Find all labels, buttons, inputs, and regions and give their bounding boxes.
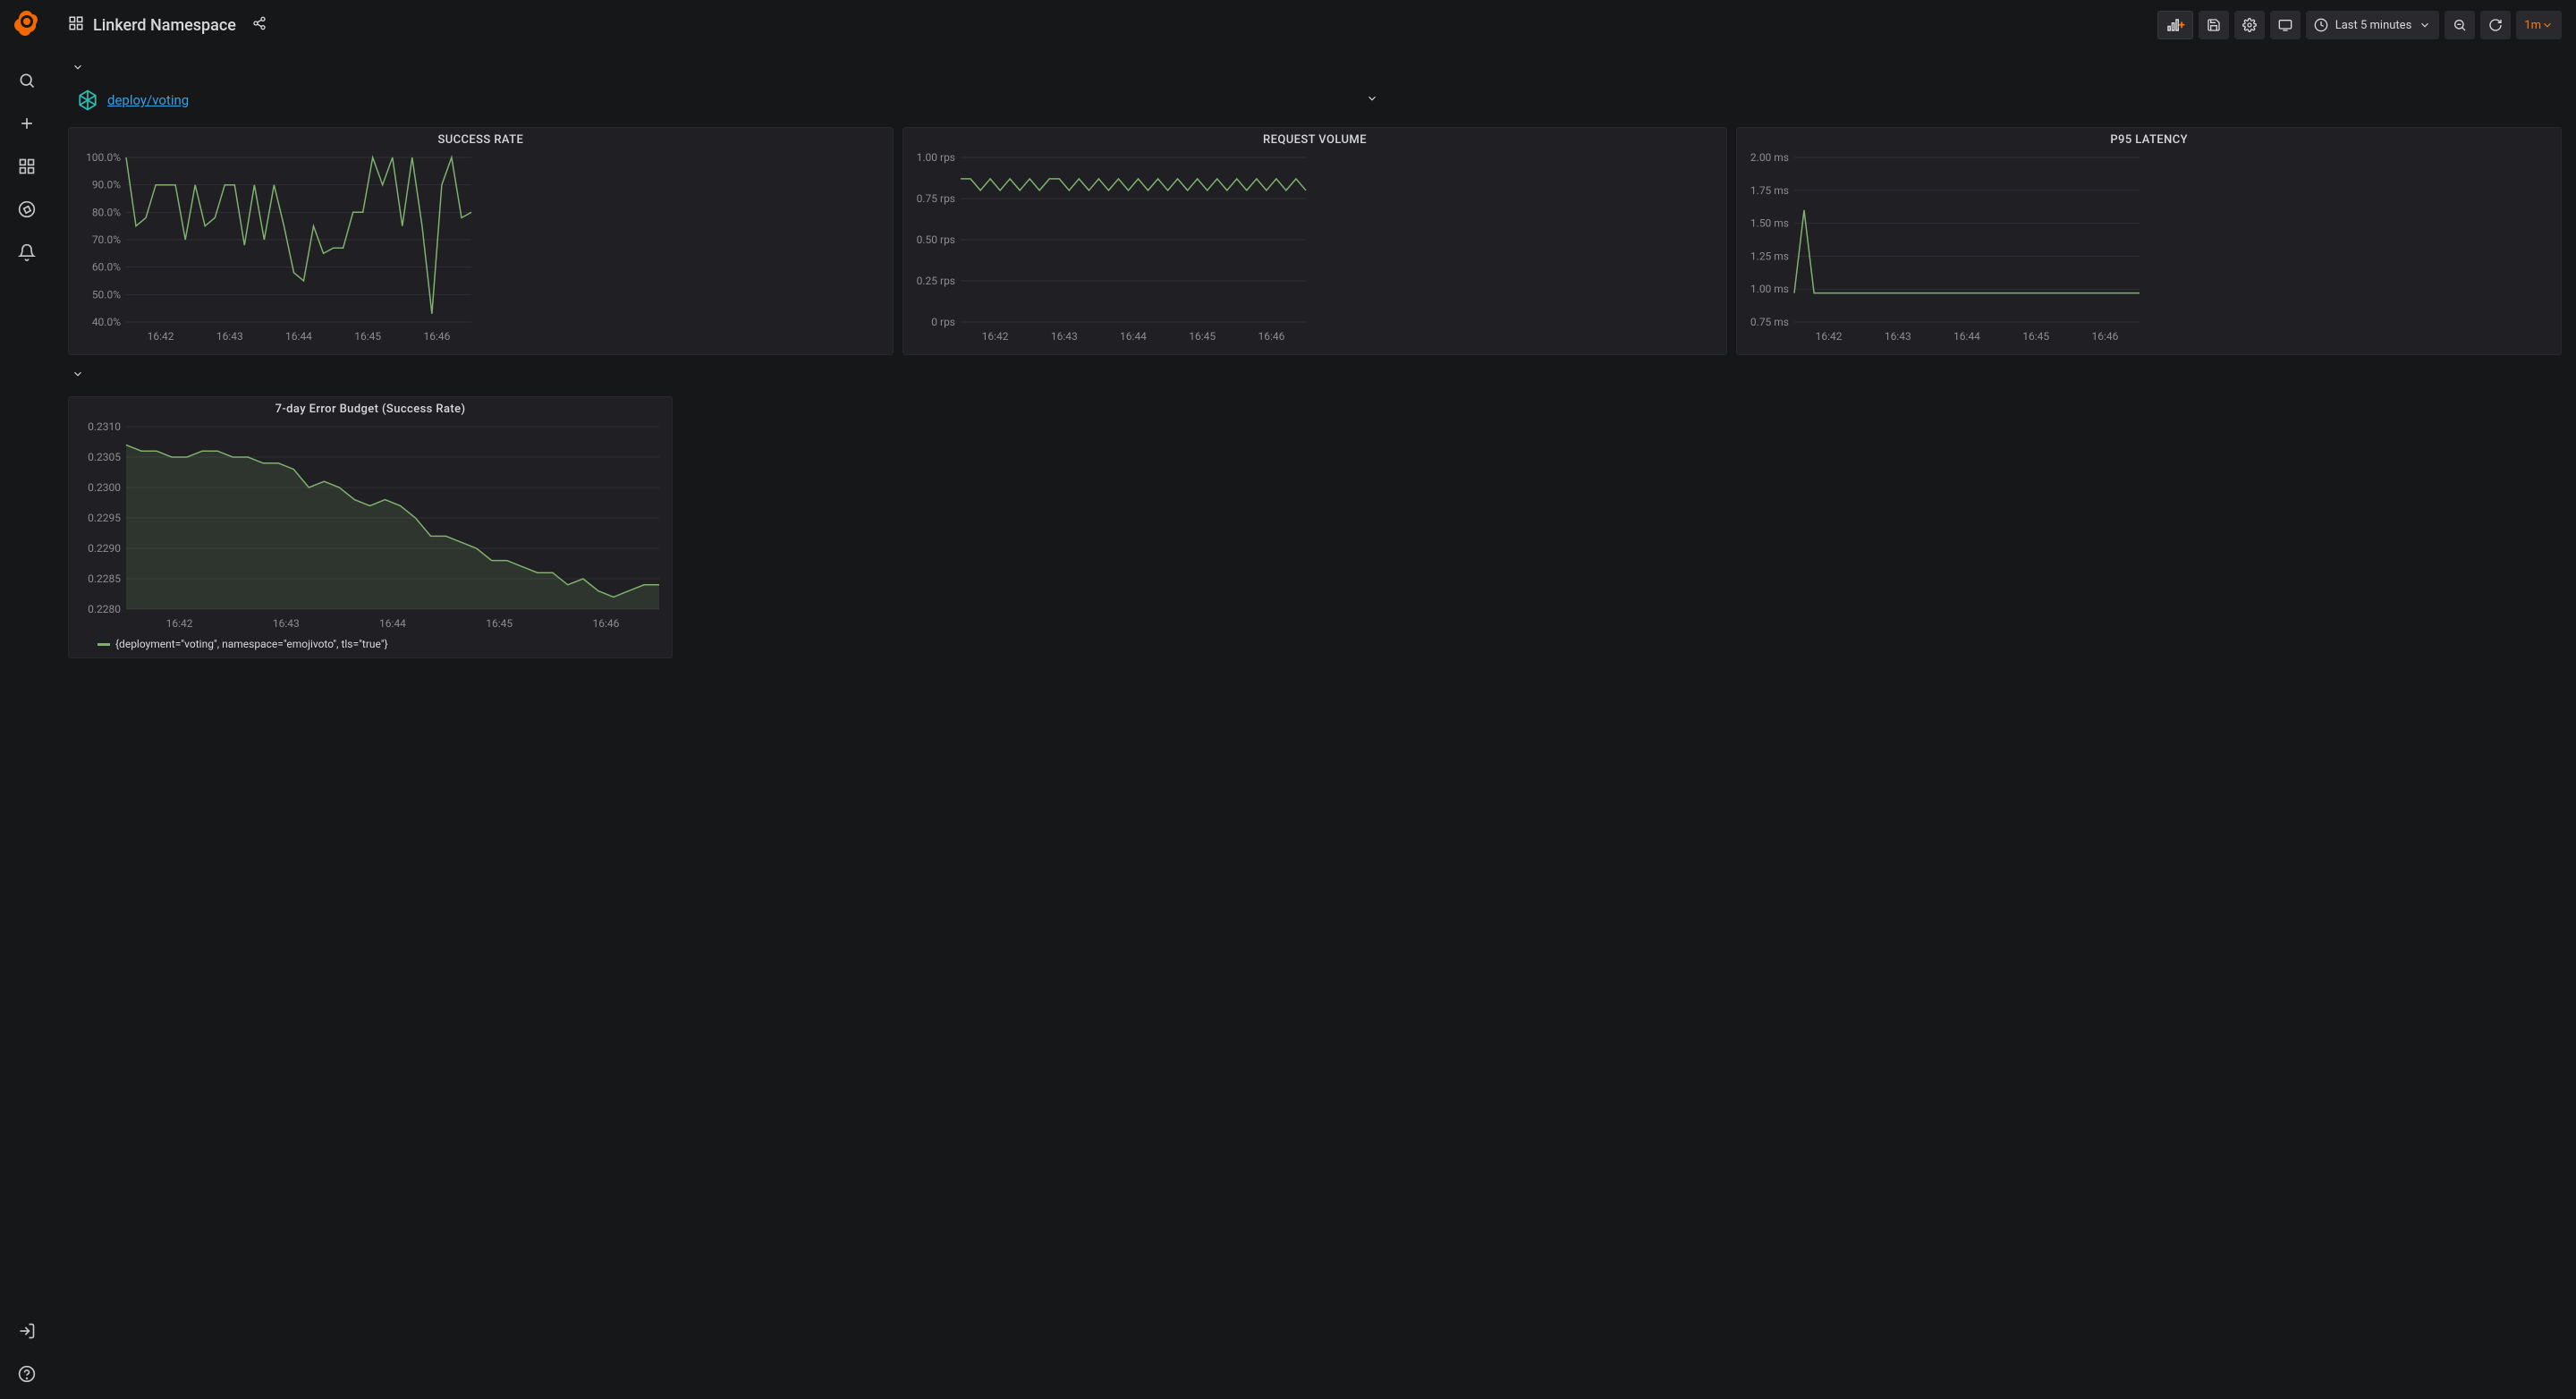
plus-icon[interactable] <box>9 106 45 141</box>
panel-success-rate[interactable]: SUCCESS RATE 40.0% 50.0% 60.0% 70.0% 80.0% 90… <box>68 127 894 355</box>
dashboards-icon[interactable] <box>9 148 45 184</box>
svg-text:16:42: 16:42 <box>166 617 193 630</box>
svg-text:16:43: 16:43 <box>216 330 243 343</box>
svg-text:70.0%: 70.0% <box>92 233 121 246</box>
legend-label: {deployment="voting", namespace="emojivo… <box>115 638 388 650</box>
svg-text:0.2285: 0.2285 <box>88 572 121 585</box>
svg-text:80.0%: 80.0% <box>92 206 121 218</box>
svg-text:1.75 ms: 1.75 ms <box>1750 184 1789 197</box>
svg-text:16:45: 16:45 <box>1189 330 1216 343</box>
share-icon[interactable] <box>252 16 267 34</box>
svg-text:0.25 rps: 0.25 rps <box>916 275 954 287</box>
panel-title: P95 LATENCY <box>1744 133 2554 147</box>
refresh-button[interactable] <box>2480 11 2511 39</box>
add-panel-button[interactable]: + <box>2157 11 2193 39</box>
svg-text:16:46: 16:46 <box>2092 330 2119 343</box>
svg-text:1.25 ms: 1.25 ms <box>1750 250 1789 262</box>
svg-text:0.2305: 0.2305 <box>88 451 121 463</box>
chart-error-budget: 0.2280 0.2285 0.2290 0.2295 0.2300 0.2305 0.23… <box>76 420 666 634</box>
svg-text:16:43: 16:43 <box>1051 330 1078 343</box>
svg-text:0.50 rps: 0.50 rps <box>916 233 954 246</box>
deploy-link[interactable]: deploy/voting <box>107 92 189 108</box>
row-toggle[interactable] <box>68 57 2562 81</box>
svg-text:40.0%: 40.0% <box>92 316 121 328</box>
time-range-label: Last 5 minutes <box>2335 19 2412 32</box>
svg-text:1.00 ms: 1.00 ms <box>1750 283 1789 295</box>
chart-request-volume: 0 rps 0.25 rps 0.50 rps 0.75 rps 1.00 rps 16:… <box>911 150 1313 347</box>
help-icon[interactable] <box>9 1356 45 1392</box>
svg-text:1.50 ms: 1.50 ms <box>1750 217 1789 230</box>
svg-text:0.2295: 0.2295 <box>88 512 121 524</box>
zoom-out-button[interactable] <box>2445 11 2475 39</box>
chevron-down-icon <box>2419 19 2431 31</box>
chart-legend: {deployment="voting", namespace="emojivo… <box>76 634 665 650</box>
svg-text:0.2300: 0.2300 <box>88 481 121 494</box>
svg-text:16:42: 16:42 <box>981 330 1008 343</box>
page-title[interactable]: Linkerd Namespace <box>93 16 236 35</box>
chevron-down-icon <box>72 368 84 380</box>
svg-text:16:44: 16:44 <box>1120 330 1147 343</box>
svg-text:2.00 ms: 2.00 ms <box>1750 151 1789 164</box>
settings-button[interactable] <box>2234 11 2265 39</box>
svg-text:16:46: 16:46 <box>423 330 450 343</box>
save-button[interactable] <box>2199 11 2229 39</box>
tv-mode-button[interactable] <box>2270 11 2301 39</box>
panels-row: SUCCESS RATE 40.0% 50.0% 60.0% 70.0% 80.0% 90… <box>68 127 2562 355</box>
deploy-row: deploy/voting <box>68 81 2562 127</box>
svg-text:0.75 rps: 0.75 rps <box>916 192 954 205</box>
signin-icon[interactable] <box>9 1313 45 1349</box>
svg-text:16:44: 16:44 <box>379 617 406 630</box>
svg-text:16:46: 16:46 <box>1258 330 1284 343</box>
dashboard-icon <box>68 15 84 35</box>
panel-title: REQUEST VOLUME <box>911 133 1720 147</box>
panel-p95-latency[interactable]: P95 LATENCY 0.75 ms 1.00 ms 1.25 ms 1.50 ms… <box>1736 127 2562 355</box>
chevron-down-icon <box>2541 19 2554 31</box>
svg-text:16:42: 16:42 <box>1816 330 1843 343</box>
svg-text:0.2290: 0.2290 <box>88 542 121 555</box>
svg-text:16:43: 16:43 <box>1885 330 1911 343</box>
svg-text:0.75 ms: 0.75 ms <box>1750 316 1789 328</box>
chart-success-rate: 40.0% 50.0% 60.0% 70.0% 80.0% 90.0% 100.0% 16:4… <box>76 150 479 347</box>
row-collapse-toggle[interactable] <box>1366 92 1378 108</box>
svg-text:16:45: 16:45 <box>2023 330 2050 343</box>
svg-text:16:45: 16:45 <box>354 330 381 343</box>
svg-text:0.2280: 0.2280 <box>88 603 121 615</box>
chart-p95-latency: 0.75 ms 1.00 ms 1.25 ms 1.50 ms 1.75 ms 2.00 … <box>1744 150 2147 347</box>
explore-icon[interactable] <box>9 191 45 227</box>
row-toggle[interactable] <box>68 364 2562 387</box>
svg-text:1.00 rps: 1.00 rps <box>916 151 954 164</box>
chevron-down-icon <box>1366 92 1378 105</box>
svg-text:16:44: 16:44 <box>285 330 312 343</box>
content: deploy/voting SUCCESS RATE 40.0% 50.0% 60.… <box>54 50 2576 1399</box>
svg-text:90.0%: 90.0% <box>92 179 121 191</box>
svg-text:100.0%: 100.0% <box>86 151 121 164</box>
refresh-interval-picker[interactable]: 1m <box>2516 11 2562 39</box>
legend-swatch <box>97 643 110 646</box>
svg-text:16:44: 16:44 <box>1953 330 1980 343</box>
svg-text:16:46: 16:46 <box>592 617 619 630</box>
grafana-logo[interactable] <box>13 9 41 38</box>
panel-error-budget[interactable]: 7-day Error Budget (Success Rate) 0.2280… <box>68 396 673 658</box>
svg-text:0 rps: 0 rps <box>931 316 955 328</box>
alerting-icon[interactable] <box>9 234 45 270</box>
sidebar <box>0 0 54 1399</box>
search-icon[interactable] <box>9 63 45 98</box>
svg-text:16:42: 16:42 <box>148 330 174 343</box>
topbar: Linkerd Namespace + Last 5 minutes 1m <box>54 0 2576 50</box>
linkerd-icon <box>75 88 100 113</box>
chevron-down-icon <box>72 61 84 73</box>
panel-request-volume[interactable]: REQUEST VOLUME 0 rps 0.25 rps 0.50 rps 0.75… <box>902 127 1728 355</box>
panel-title: 7-day Error Budget (Success Rate) <box>76 403 665 416</box>
svg-text:0.2310: 0.2310 <box>88 420 121 433</box>
time-range-picker[interactable]: Last 5 minutes <box>2306 11 2440 39</box>
panel-title: SUCCESS RATE <box>76 133 886 147</box>
refresh-interval-label: 1m <box>2524 19 2541 32</box>
svg-text:50.0%: 50.0% <box>92 288 121 301</box>
svg-text:16:43: 16:43 <box>273 617 300 630</box>
svg-text:60.0%: 60.0% <box>92 261 121 274</box>
svg-text:16:45: 16:45 <box>486 617 513 630</box>
